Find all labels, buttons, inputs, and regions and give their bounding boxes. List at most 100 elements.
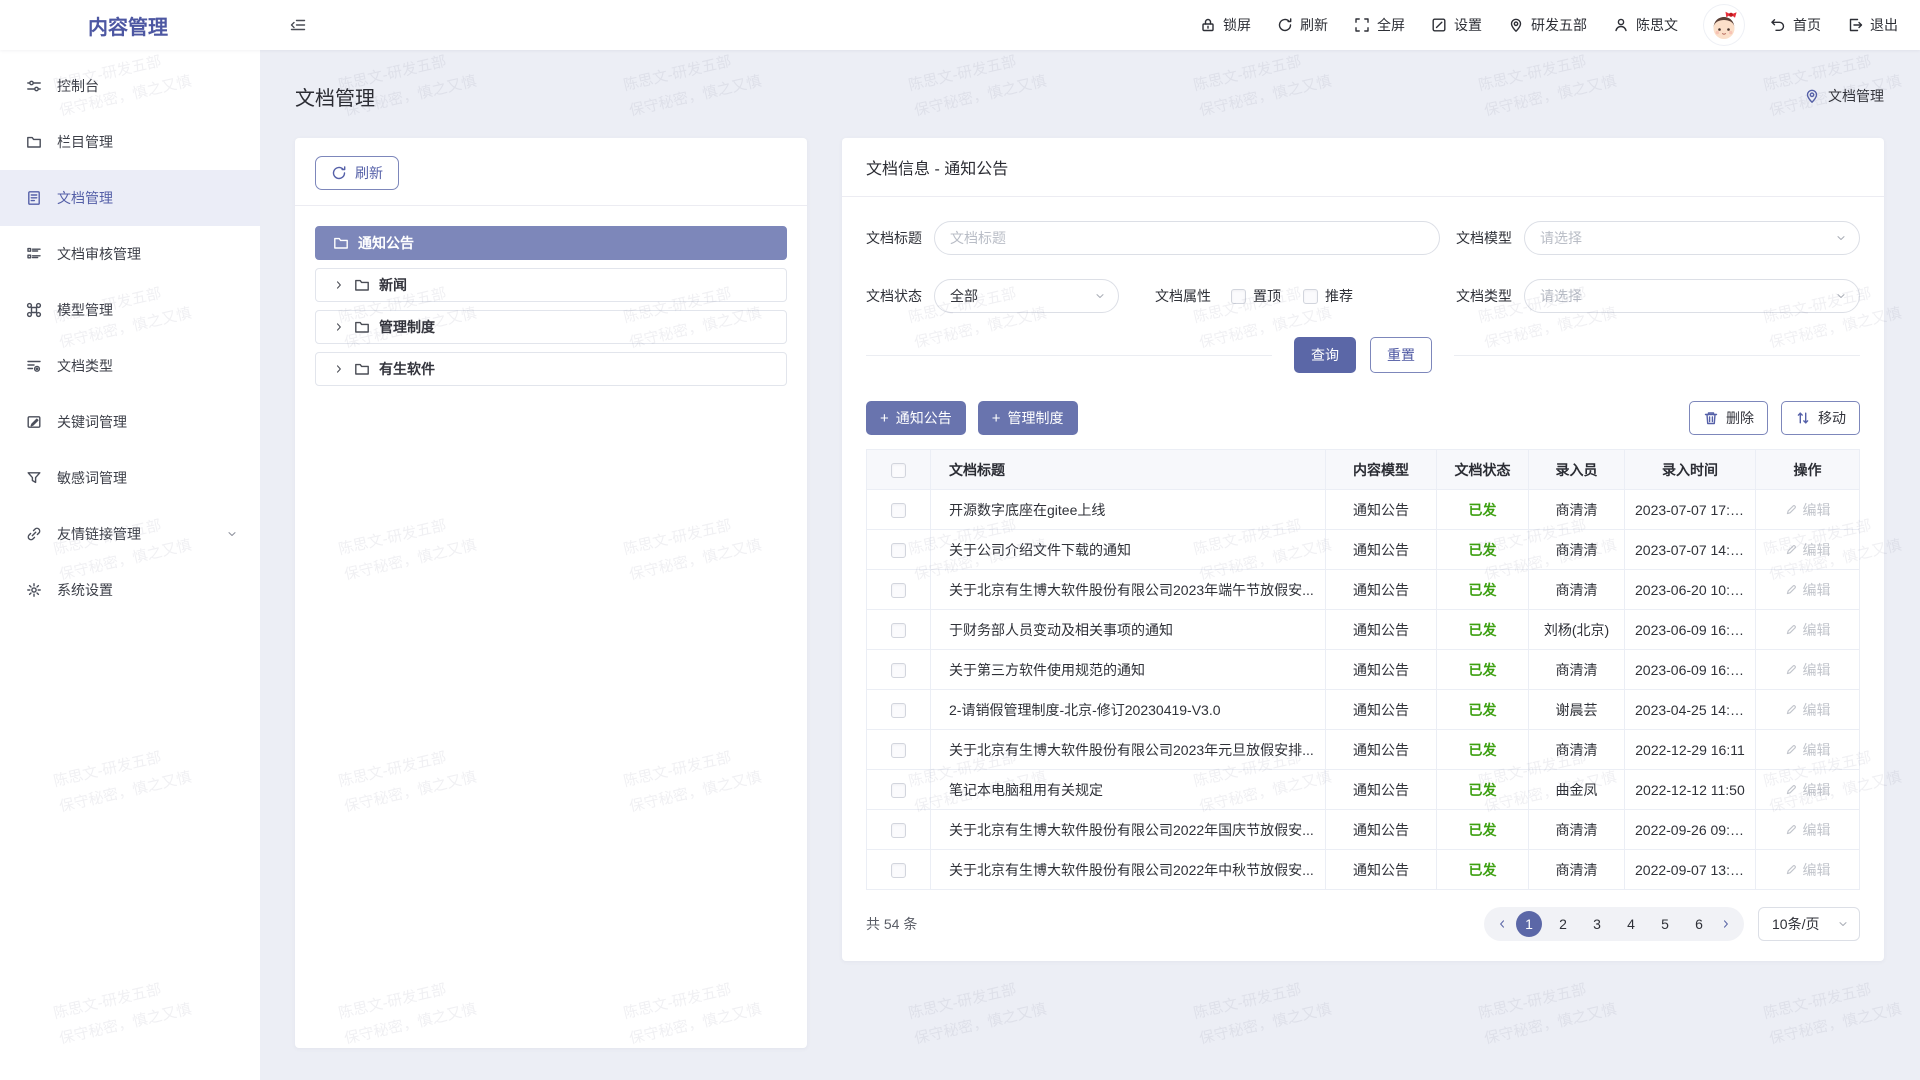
row-checkbox[interactable] <box>891 783 906 798</box>
edit-button[interactable]: 编辑 <box>1785 540 1831 560</box>
sidebar-item-friend-links[interactable]: 友情链接管理 <box>0 506 260 562</box>
home-button-label: 首页 <box>1793 15 1821 35</box>
reset-button[interactable]: 重置 <box>1370 337 1432 373</box>
page-button-4[interactable]: 4 <box>1618 911 1644 937</box>
entry-time-cell: 2022-12-12 11:50 <box>1625 770 1756 810</box>
delete-button[interactable]: 删除 <box>1689 401 1768 435</box>
row-checkbox[interactable] <box>891 663 906 678</box>
row-select-cell <box>867 850 931 890</box>
select-all-checkbox[interactable] <box>891 463 906 478</box>
doc-status-select[interactable]: 全部 <box>934 279 1119 313</box>
search-button[interactable]: 查询 <box>1294 337 1356 373</box>
operator-cell: 商清清 <box>1529 810 1625 850</box>
row-checkbox[interactable] <box>891 543 906 558</box>
lock-screen-button-label: 锁屏 <box>1223 15 1251 35</box>
fullscreen-button[interactable]: 全屏 <box>1354 15 1405 35</box>
edit-label: 编辑 <box>1803 620 1831 640</box>
breadcrumb[interactable]: 文档管理 <box>1804 86 1884 106</box>
row-checkbox[interactable] <box>891 583 906 598</box>
row-checkbox[interactable] <box>891 703 906 718</box>
add-notice-button[interactable]: +通知公告 <box>866 401 966 435</box>
row-checkbox[interactable] <box>891 623 906 638</box>
tree-node-news[interactable]: 新闻 <box>315 268 787 302</box>
edit-button[interactable]: 编辑 <box>1785 580 1831 600</box>
column-header: 内容模型 <box>1326 450 1437 490</box>
row-checkbox[interactable] <box>891 743 906 758</box>
refresh-icon <box>331 165 347 181</box>
department-tag[interactable]: 研发五部 <box>1508 15 1587 35</box>
edit-button[interactable]: 编辑 <box>1785 700 1831 720</box>
sidebar-item-system-settings[interactable]: 系统设置 <box>0 562 260 618</box>
user-avatar[interactable] <box>1704 5 1744 45</box>
action-cell: 编辑 <box>1756 810 1860 850</box>
filter-row-1: 文档标题 文档模型 请选择 <box>866 221 1860 255</box>
edit-button[interactable]: 编辑 <box>1785 500 1831 520</box>
page-button-2[interactable]: 2 <box>1550 911 1576 937</box>
edit-button[interactable]: 编辑 <box>1785 660 1831 680</box>
table-row: 关于第三方软件使用规范的通知通知公告已发商清清2023-06-09 16:35编… <box>867 650 1860 690</box>
sidebar-fold-icon[interactable] <box>290 17 306 33</box>
doc-status-cell: 已发 <box>1437 650 1529 690</box>
tree-node-regulations[interactable]: 管理制度 <box>315 310 787 344</box>
sidebar-item-keywords-label: 关键词管理 <box>57 412 127 432</box>
edit-button[interactable]: 编辑 <box>1785 820 1831 840</box>
edit-button[interactable]: 编辑 <box>1785 740 1831 760</box>
column-header: 文档标题 <box>931 450 1326 490</box>
row-checkbox[interactable] <box>891 863 906 878</box>
sidebar-item-models[interactable]: 模型管理 <box>0 282 260 338</box>
edit-button[interactable]: 编辑 <box>1785 860 1831 880</box>
checkbox[interactable] <box>1303 289 1318 304</box>
sidebar-item-console[interactable]: 控制台 <box>0 58 260 114</box>
page-button-5[interactable]: 5 <box>1652 911 1678 937</box>
tree-node-label: 管理制度 <box>379 317 435 337</box>
sidebar-item-keywords[interactable]: 关键词管理 <box>0 394 260 450</box>
page-button-1[interactable]: 1 <box>1516 911 1542 937</box>
tree-node-yousheng-software[interactable]: 有生软件 <box>315 352 787 386</box>
sidebar: 控制台栏目管理文档管理文档审核管理模型管理文档类型关键词管理敏感词管理友情链接管… <box>0 50 260 1080</box>
row-select-cell <box>867 570 931 610</box>
doc-model-select[interactable]: 请选择 <box>1524 221 1860 255</box>
lock-screen-button[interactable]: 锁屏 <box>1200 15 1251 35</box>
settings-button-label: 设置 <box>1454 15 1482 35</box>
row-checkbox[interactable] <box>891 823 906 838</box>
sidebar-item-documents[interactable]: 文档管理 <box>0 170 260 226</box>
operator-cell: 商清清 <box>1529 650 1625 690</box>
current-user[interactable]: 陈思文 <box>1613 15 1678 35</box>
department-tag-label: 研发五部 <box>1531 15 1587 35</box>
doc-status-cell: 已发 <box>1437 490 1529 530</box>
sidebar-item-columns[interactable]: 栏目管理 <box>0 114 260 170</box>
pager-prev-button[interactable] <box>1496 918 1508 930</box>
move-button[interactable]: 移动 <box>1781 401 1860 435</box>
checkbox-pinned[interactable]: 置顶 <box>1231 286 1281 306</box>
sidebar-item-doc-audit[interactable]: 文档审核管理 <box>0 226 260 282</box>
edit-button[interactable]: 编辑 <box>1785 620 1831 640</box>
action-cell: 编辑 <box>1756 770 1860 810</box>
home-button[interactable]: 首页 <box>1770 15 1821 35</box>
row-checkbox[interactable] <box>891 503 906 518</box>
checkbox[interactable] <box>1231 289 1246 304</box>
add-regulation-button[interactable]: +管理制度 <box>978 401 1078 435</box>
refresh-page-button-label: 刷新 <box>1300 15 1328 35</box>
doc-title-input[interactable] <box>934 221 1440 255</box>
sidebar-item-doc-types[interactable]: 文档类型 <box>0 338 260 394</box>
refresh-page-button[interactable]: 刷新 <box>1277 15 1328 35</box>
doc-type-group: 文档类型 请选择 <box>1456 279 1860 313</box>
sidebar-item-sensitive-words[interactable]: 敏感词管理 <box>0 450 260 506</box>
logout-button[interactable]: 退出 <box>1847 15 1898 35</box>
doc-type-select[interactable]: 请选择 <box>1524 279 1860 313</box>
refresh-tree-button[interactable]: 刷新 <box>315 156 399 190</box>
page-button-3[interactable]: 3 <box>1584 911 1610 937</box>
chevron-down-icon <box>1094 290 1106 302</box>
sidebar-item-doc-types-label: 文档类型 <box>57 356 113 376</box>
sidebar-item-models-label: 模型管理 <box>57 300 113 320</box>
page-size-select[interactable]: 10条/页 <box>1758 907 1860 941</box>
location-icon <box>1804 88 1820 104</box>
divider <box>866 355 1272 356</box>
pager-next-button[interactable] <box>1720 918 1732 930</box>
checkbox-recommended[interactable]: 推荐 <box>1303 286 1353 306</box>
settings-button[interactable]: 设置 <box>1431 15 1482 35</box>
page-button-6[interactable]: 6 <box>1686 911 1712 937</box>
delete-label: 删除 <box>1726 408 1754 428</box>
tree-node-notice[interactable]: 通知公告 <box>315 226 787 260</box>
edit-button[interactable]: 编辑 <box>1785 780 1831 800</box>
